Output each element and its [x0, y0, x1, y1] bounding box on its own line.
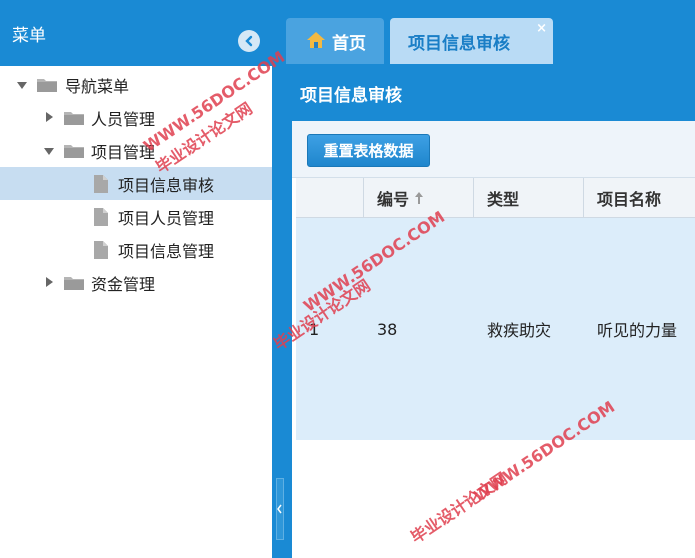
chevron-left-icon: [245, 35, 253, 47]
home-icon: [307, 32, 325, 48]
tab-close-icon[interactable]: ×: [536, 21, 547, 36]
file-icon: [94, 208, 108, 226]
cell-type: 救疾助灾: [487, 321, 552, 340]
splitter-collapse-handle[interactable]: [276, 478, 284, 540]
menu-panel: 菜单 导航菜单 人员管理 项目管理 项目信息审核 项目人员管理 项目信息管理 资…: [0, 0, 272, 558]
tab-project-review[interactable]: 项目信息审核 ×: [390, 18, 553, 64]
column-header-name[interactable]: 项目名称: [584, 178, 695, 218]
tree-node-label: 项目信息审核: [118, 175, 215, 195]
cell-id: 38: [377, 319, 398, 339]
tree-node-label: 人员管理: [91, 109, 156, 129]
folder-icon: [64, 145, 84, 158]
tree-node-label: 项目人员管理: [118, 208, 215, 228]
nav-tree: 导航菜单 人员管理 项目管理 项目信息审核 项目人员管理 项目信息管理 资金管理: [0, 68, 272, 299]
tree-node-funds[interactable]: 资金管理: [0, 266, 272, 299]
reset-grid-button[interactable]: 重置表格数据: [307, 134, 430, 167]
tree-node-label: 资金管理: [91, 274, 156, 294]
tab-home-label: 首页: [332, 33, 366, 54]
folder-icon: [37, 79, 57, 92]
cell-rownum: 1: [309, 319, 320, 339]
tab-home[interactable]: 首页: [286, 18, 384, 64]
table-row[interactable]: 1 38 救疾助灾 听见的力量: [296, 218, 695, 440]
cell-project-name: 听见的力量: [597, 321, 678, 340]
panel-title: 项目信息审核: [286, 70, 695, 116]
sort-ascending-icon: [415, 192, 424, 204]
collapse-menu-button[interactable]: [238, 30, 260, 52]
tree-node-project-info[interactable]: 项目信息管理: [0, 233, 272, 266]
tree-node-project-personnel[interactable]: 项目人员管理: [0, 200, 272, 233]
folder-icon: [64, 277, 84, 290]
tree-node-label: 导航菜单: [65, 76, 130, 96]
menu-title: 菜单: [12, 25, 46, 46]
column-header-label: 编号: [377, 190, 410, 209]
chevron-left-icon: [277, 504, 282, 514]
expand-arrow-icon[interactable]: [17, 82, 27, 89]
expand-arrow-icon[interactable]: [44, 148, 54, 155]
tree-node-label: 项目管理: [91, 142, 156, 162]
file-icon: [94, 175, 108, 193]
grid-header: 编号 类型 项目名称: [296, 178, 695, 218]
tree-node-label: 项目信息管理: [118, 241, 215, 261]
tab-bar: 首页 项目信息审核 ×: [286, 18, 695, 64]
tree-node-nav-menu[interactable]: 导航菜单: [0, 68, 272, 101]
column-header-id[interactable]: 编号: [364, 178, 474, 218]
expand-arrow-icon[interactable]: [46, 112, 53, 122]
tree-node-project-review[interactable]: 项目信息审核: [0, 167, 272, 200]
panel-body: 重置表格数据 编号 类型 项目名称 1 38 救疾助灾 听见的力量: [292, 121, 695, 558]
layout-splitter[interactable]: [272, 0, 286, 558]
grid-toolbar: 重置表格数据: [292, 121, 695, 178]
tree-node-project[interactable]: 项目管理: [0, 134, 272, 167]
column-header-rownum: [296, 178, 364, 218]
folder-icon: [64, 112, 84, 125]
tree-node-personnel[interactable]: 人员管理: [0, 101, 272, 134]
column-header-type[interactable]: 类型: [474, 178, 584, 218]
file-icon: [94, 241, 108, 259]
expand-arrow-icon[interactable]: [46, 277, 53, 287]
tab-project-review-label: 项目信息审核: [408, 33, 510, 54]
panel-title-text: 项目信息审核: [300, 85, 402, 106]
menu-header: 菜单: [0, 0, 272, 66]
